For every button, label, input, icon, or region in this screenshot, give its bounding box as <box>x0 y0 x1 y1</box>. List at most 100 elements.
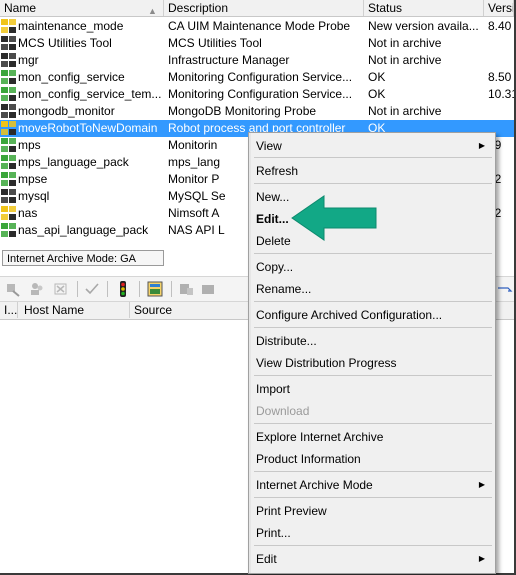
cancel-icon[interactable] <box>52 280 70 298</box>
menu-item-print-preview[interactable]: Print Preview <box>253 501 493 521</box>
menu-item-label: Delete <box>256 234 291 248</box>
probe-group-dark-icon <box>1 189 17 204</box>
archive-icon[interactable] <box>178 280 196 298</box>
probe-group-yellow-icon <box>1 206 17 221</box>
table-row[interactable]: maintenance_mode CA UIM Maintenance Mode … <box>0 18 514 35</box>
menu-item-rename[interactable]: Rename... <box>253 279 493 299</box>
table-header: Name ▲ Description Status Versi <box>0 0 514 17</box>
menu-item-label: Copy... <box>256 260 294 274</box>
table-row[interactable]: mon_config_service_tem... Monitoring Conf… <box>0 86 514 103</box>
probe-status: Not in archive <box>368 53 442 67</box>
probe-name: mongodb_monitor <box>18 104 115 118</box>
menu-item-label: Download <box>256 404 310 418</box>
users-icon[interactable] <box>28 280 46 298</box>
checkmark-icon[interactable] <box>83 280 101 298</box>
menu-item-label: View <box>256 139 282 153</box>
menu-item-internet-archive-mode[interactable]: Internet Archive Mode ▶ <box>253 475 493 495</box>
table-row[interactable]: mgr Infrastructure Manager Not in archive <box>0 52 514 69</box>
menu-item-label: Refresh <box>256 164 299 178</box>
probe-version: 8.50 <box>488 70 512 84</box>
menu-item-product-information[interactable]: Product Information <box>253 449 493 469</box>
probe-group-yellow-icon <box>1 121 17 136</box>
menu-item-label: Product Information <box>256 452 361 466</box>
menu-separator <box>254 497 492 498</box>
menu-item-import[interactable]: Import <box>253 379 493 399</box>
menu-separator <box>254 157 492 158</box>
menu-separator <box>254 471 492 472</box>
menu-item-print[interactable]: Print... <box>253 523 493 543</box>
probe-name: mon_config_service <box>18 70 125 84</box>
probe-status: OK <box>368 87 386 101</box>
probe-name: moveRobotToNewDomain <box>18 121 158 135</box>
menu-item-copy[interactable]: Copy... <box>253 257 493 277</box>
toolbar-separator <box>107 281 108 297</box>
column-name-header[interactable]: Name ▲ <box>0 0 164 16</box>
menu-item-label: Edit... <box>256 212 289 226</box>
probe-name: mgr <box>18 53 39 67</box>
menu-item-label: Import <box>256 382 291 396</box>
menu-item-refresh[interactable]: Refresh <box>253 161 493 181</box>
menu-item-view-distribution-progress[interactable]: View Distribution Progress <box>253 353 493 373</box>
traffic-light-icon[interactable] <box>114 280 132 298</box>
column-description-header[interactable]: Description <box>164 0 364 16</box>
menu-separator <box>254 423 492 424</box>
menu-item-label: Configure Archived Configuration... <box>256 308 443 322</box>
menu-item-label: Edit <box>256 552 277 566</box>
probe-version: 8.40 <box>488 19 512 33</box>
probe-status: Not in archive <box>368 36 442 50</box>
menu-item-edit[interactable]: Edit ▶ <box>253 549 493 569</box>
toolbar-separator <box>139 281 140 297</box>
table-row[interactable]: mongodb_monitor MongoDB Monitoring Probe N… <box>0 103 514 120</box>
probe-version: 10.31 <box>488 87 514 101</box>
menu-item-explore-internet-archive[interactable]: Explore Internet Archive <box>253 427 493 447</box>
menu-item-view[interactable]: View ▶ <box>253 136 493 156</box>
probe-version <box>488 52 514 69</box>
probe-description: Monitoring Configuration Service... <box>168 87 353 101</box>
column-host-name-header[interactable]: Host Name <box>18 302 130 318</box>
menu-item-distribute[interactable]: Distribute... <box>253 331 493 351</box>
menu-separator <box>254 327 492 328</box>
probe-group-dark-icon <box>1 53 17 68</box>
menu-separator <box>254 253 492 254</box>
table-row[interactable]: mon_config_service Monitoring Configurati… <box>0 69 514 86</box>
menu-separator <box>254 301 492 302</box>
probe-group-dark-icon <box>1 36 17 51</box>
probe-name: nas <box>18 206 38 220</box>
menu-left-strip <box>249 133 251 573</box>
submenu-arrow-icon: ▶ <box>478 141 485 150</box>
probe-group-green-icon <box>1 155 17 170</box>
menu-item-label: Internet Archive Mode <box>256 478 373 492</box>
layout-icon[interactable] <box>146 280 164 298</box>
probe-name: mpse <box>18 172 48 186</box>
probe-description: Infrastructure Manager <box>168 53 290 67</box>
probe-name: MCS Utilities Tool <box>18 36 112 50</box>
probe-description: MongoDB Monitoring Probe <box>168 104 317 118</box>
sort-ascending-icon: ▲ <box>148 6 157 16</box>
probe-group-green-icon <box>1 87 17 102</box>
column-source-header[interactable]: Source <box>130 302 250 318</box>
menu-item-label: View Distribution Progress <box>256 356 397 370</box>
table-row[interactable]: MCS Utilities Tool MCS Utilities Tool Not … <box>0 35 514 52</box>
menu-item-download: Download <box>253 401 493 421</box>
folder-icon[interactable] <box>200 280 218 298</box>
probe-version <box>488 35 514 52</box>
probe-group-green-icon <box>1 172 17 187</box>
probe-status: OK <box>368 70 386 84</box>
column-i-header[interactable]: I... <box>0 302 18 318</box>
menu-item-label: Print... <box>256 526 291 540</box>
column-status-header[interactable]: Status <box>364 0 484 16</box>
probe-group-green-icon <box>1 138 17 153</box>
probe-name: mps <box>18 138 41 152</box>
column-version-header[interactable]: Versi <box>484 0 514 16</box>
scroll-icon[interactable] <box>496 280 514 298</box>
probe-group-green-icon <box>1 70 17 85</box>
probe-name: mysql <box>18 189 50 203</box>
submenu-arrow-icon: ▶ <box>478 554 485 563</box>
menu-item-label: Rename... <box>256 282 312 296</box>
menu-item-label: Explore Internet Archive <box>256 430 384 444</box>
probe-group-green-icon <box>1 223 17 238</box>
probe-name: maintenance_mode <box>18 19 124 33</box>
filter-icon[interactable] <box>4 280 22 298</box>
menu-item-configure-archived-configuration[interactable]: Configure Archived Configuration... <box>253 305 493 325</box>
probe-name: mon_config_service_tem... <box>18 87 162 101</box>
